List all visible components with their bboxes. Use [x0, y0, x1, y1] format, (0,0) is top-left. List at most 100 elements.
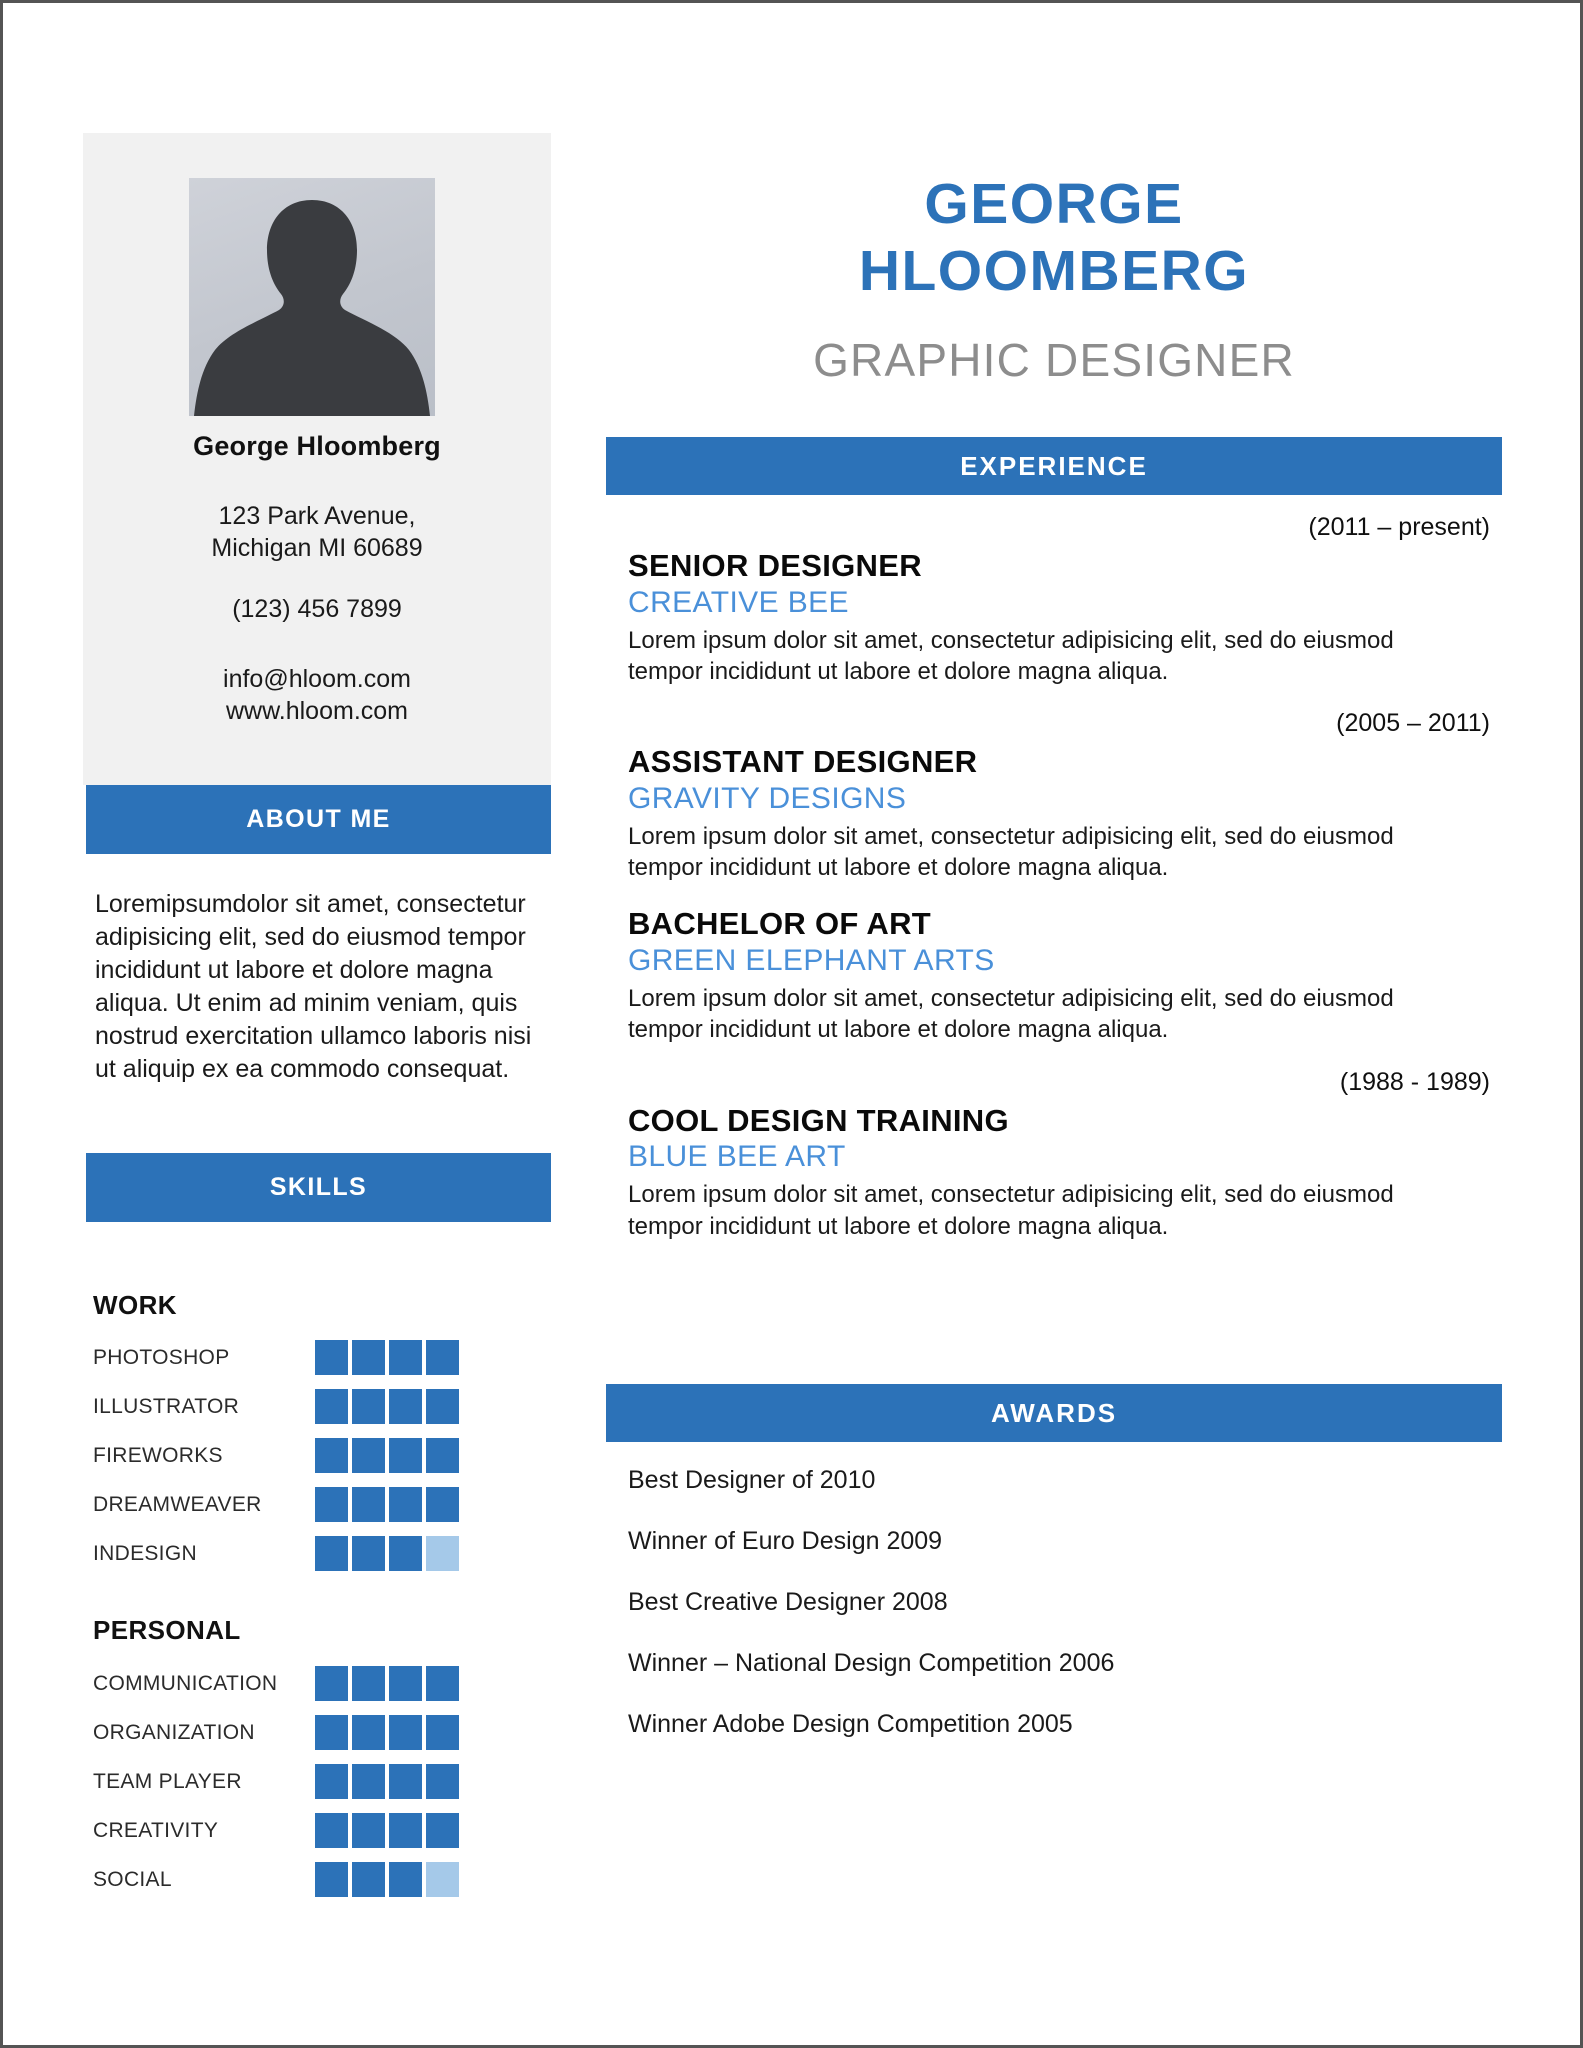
skill-box-filled	[426, 1813, 459, 1848]
skill-box-filled	[315, 1813, 348, 1848]
skill-box-filled	[315, 1764, 348, 1799]
about-me-heading: ABOUT ME	[86, 785, 551, 854]
skill-box-filled	[426, 1438, 459, 1473]
skill-row: FIREWORKS	[83, 1431, 551, 1480]
skills-group-title-personal: PERSONAL	[93, 1615, 241, 1645]
skill-box-filled	[315, 1715, 348, 1750]
job-title: GRAPHIC DESIGNER	[813, 334, 1295, 386]
skill-row: TEAM PLAYER	[83, 1757, 551, 1806]
skills-list-work: PHOTOSHOP ILLUSTRATOR FIREWORKS DREAMWEAVER…	[83, 1333, 551, 1578]
skill-box-filled	[315, 1666, 348, 1701]
skill-row: SOCIAL	[83, 1855, 551, 1904]
first-name: GEORGE	[924, 172, 1184, 236]
experience-company: BLUE BEE ART	[628, 1140, 846, 1174]
skill-box-filled	[315, 1862, 348, 1897]
skill-label: DREAMWEAVER	[93, 1492, 262, 1516]
contact-links: info@hloom.com www.hloom.com	[83, 663, 551, 727]
award-item: Winner Adobe Design Competition 2005	[628, 1710, 1073, 1738]
skill-box-filled	[389, 1536, 422, 1571]
resume-page: George Hloomberg 123 Park Avenue, Michig…	[0, 0, 1583, 2048]
skill-box-filled	[315, 1340, 348, 1375]
skill-box-filled	[426, 1666, 459, 1701]
contact-phone[interactable]: (123) 456 7899	[83, 593, 551, 625]
email-link[interactable]: info@hloom.com	[83, 663, 551, 695]
last-name: HLOOMBERG	[858, 239, 1250, 304]
skill-box-empty	[426, 1536, 459, 1571]
skill-box-filled	[389, 1340, 422, 1375]
skill-box-filled	[389, 1715, 422, 1750]
experience-date: (2011 – present)	[1308, 513, 1490, 541]
experience-list: (2011 – present) SENIOR DESIGNER CREATIVE …	[606, 513, 1502, 1264]
sidebar-name: George Hloomberg	[193, 431, 441, 461]
skill-label: ILLUSTRATOR	[93, 1394, 240, 1418]
skill-label: PHOTOSHOP	[93, 1345, 230, 1369]
skill-box-filled	[389, 1487, 422, 1522]
address-line-1: 123 Park Avenue,	[218, 502, 416, 530]
skill-box-filled	[389, 1813, 422, 1848]
award-item: Best Creative Designer 2008	[628, 1588, 948, 1616]
skill-box-filled	[352, 1487, 385, 1522]
skill-row: ORGANIZATION	[83, 1708, 551, 1757]
skill-rating	[315, 1764, 459, 1799]
skill-box-empty	[426, 1862, 459, 1897]
skill-label: TEAM PLAYER	[93, 1769, 242, 1793]
skill-rating	[315, 1389, 459, 1424]
experience-role: BACHELOR OF ART	[628, 906, 931, 942]
skill-box-filled	[389, 1666, 422, 1701]
experience-company: GRAVITY DESIGNS	[628, 782, 907, 815]
skill-box-filled	[315, 1487, 348, 1522]
experience-date: (1988 - 1989)	[1339, 1067, 1490, 1096]
skill-box-filled	[315, 1438, 348, 1473]
experience-date: (2005 – 2011)	[1336, 709, 1490, 738]
awards-heading: AWARDS	[606, 1384, 1502, 1442]
skill-box-filled	[352, 1862, 385, 1897]
skill-box-filled	[389, 1389, 422, 1424]
website-link[interactable]: www.hloom.com	[83, 695, 551, 727]
skill-rating	[315, 1862, 459, 1897]
page-title: GEORGE HLOOMBERG	[606, 171, 1502, 306]
experience-description: Lorem ipsum dolor sit amet, consectetur …	[628, 985, 1394, 1044]
skill-row: DREAMWEAVER	[83, 1480, 551, 1529]
skill-box-filled	[426, 1340, 459, 1375]
experience-description: Lorem ipsum dolor sit amet, consectetur …	[628, 823, 1394, 882]
skill-rating	[315, 1536, 459, 1571]
contact-address: 123 Park Avenue, Michigan MI 60689	[83, 500, 551, 564]
about-me-text: Loremipsumdolor sit amet, consectetur ad…	[95, 890, 532, 1083]
experience-role: ASSISTANT DESIGNER	[628, 744, 978, 780]
skill-label: COMMUNICATION	[93, 1671, 278, 1695]
skill-box-filled	[352, 1666, 385, 1701]
skills-list-personal: COMMUNICATION ORGANIZATION TEAM PLAYER CREA…	[83, 1659, 551, 1904]
skill-label: ORGANIZATION	[93, 1720, 255, 1744]
experience-company: CREATIVE BEE	[628, 585, 849, 619]
experience-description: Lorem ipsum dolor sit amet, consectetur …	[628, 626, 1394, 685]
skill-box-filled	[352, 1764, 385, 1799]
phone-number[interactable]: (123) 456 7899	[83, 593, 551, 625]
award-item: Winner of Euro Design 2009	[628, 1527, 943, 1555]
experience-role: SENIOR DESIGNER	[628, 548, 922, 583]
experience-entry: BACHELOR OF ART GREEN ELEPHANT ARTS Lorem …	[606, 905, 1502, 1045]
skills-heading: SKILLS	[86, 1153, 551, 1222]
profile-photo	[189, 178, 435, 416]
skill-row: COMMUNICATION	[83, 1659, 551, 1708]
experience-entry: (2011 – present) SENIOR DESIGNER CREATIVE …	[606, 513, 1502, 687]
skill-rating	[315, 1487, 459, 1522]
skill-label: SOCIAL	[93, 1867, 172, 1891]
skills-group-title-work: WORK	[93, 1290, 177, 1320]
skill-box-filled	[352, 1813, 385, 1848]
experience-role: COOL DESIGN TRAINING	[628, 1102, 1009, 1138]
skill-rating	[315, 1666, 459, 1701]
skill-box-filled	[352, 1389, 385, 1424]
awards-list: Best Designer of 2010 Winner of Euro Desi…	[628, 1468, 1498, 1773]
skill-box-filled	[389, 1764, 422, 1799]
skill-box-filled	[315, 1389, 348, 1424]
skill-box-filled	[352, 1340, 385, 1375]
award-item: Best Designer of 2010	[628, 1466, 876, 1494]
experience-entry: (2005 – 2011) ASSISTANT DESIGNER GRAVITY D…	[606, 709, 1502, 883]
skill-label: FIREWORKS	[93, 1443, 223, 1467]
experience-company: GREEN ELEPHANT ARTS	[628, 944, 995, 978]
skill-box-filled	[352, 1438, 385, 1473]
skill-box-filled	[426, 1715, 459, 1750]
skill-rating	[315, 1438, 459, 1473]
experience-heading: EXPERIENCE	[606, 437, 1502, 495]
skill-row: ILLUSTRATOR	[83, 1382, 551, 1431]
